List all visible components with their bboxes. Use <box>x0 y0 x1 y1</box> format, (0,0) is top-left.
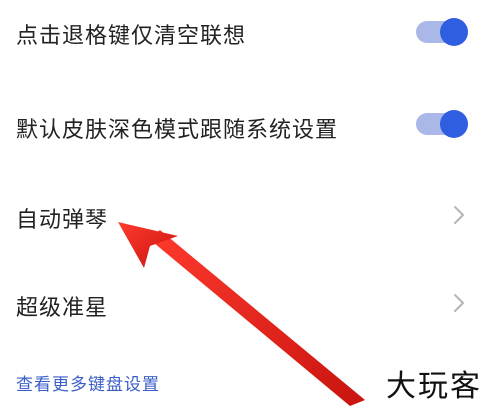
settings-row-label: 自动弹琴 <box>16 208 109 233</box>
settings-row-label: 超级准星 <box>16 296 109 321</box>
toggle-knob <box>440 110 468 138</box>
watermark-logo: 大玩客 <box>386 369 482 404</box>
settings-row-label: 点击退格键仅清空联想 <box>16 24 247 49</box>
chevron-right-icon <box>454 206 464 224</box>
clear-association-toggle[interactable] <box>416 18 468 46</box>
chevron-right-icon <box>454 294 464 312</box>
settings-row-dark-mode-follow-system[interactable]: 默认皮肤深色模式跟随系统设置 <box>0 88 500 162</box>
settings-row-super-crosshair[interactable]: 超级准星 <box>0 268 500 342</box>
settings-row-clear-association[interactable]: 点击退格键仅清空联想 <box>0 0 500 70</box>
more-keyboard-settings-link[interactable]: 查看更多键盘设置 <box>16 370 160 395</box>
toggle-knob <box>440 18 468 46</box>
settings-row-auto-play-piano[interactable]: 自动弹琴 <box>0 176 500 254</box>
dark-mode-follow-system-toggle[interactable] <box>416 110 468 138</box>
settings-row-label: 默认皮肤深色模式跟随系统设置 <box>16 118 339 143</box>
